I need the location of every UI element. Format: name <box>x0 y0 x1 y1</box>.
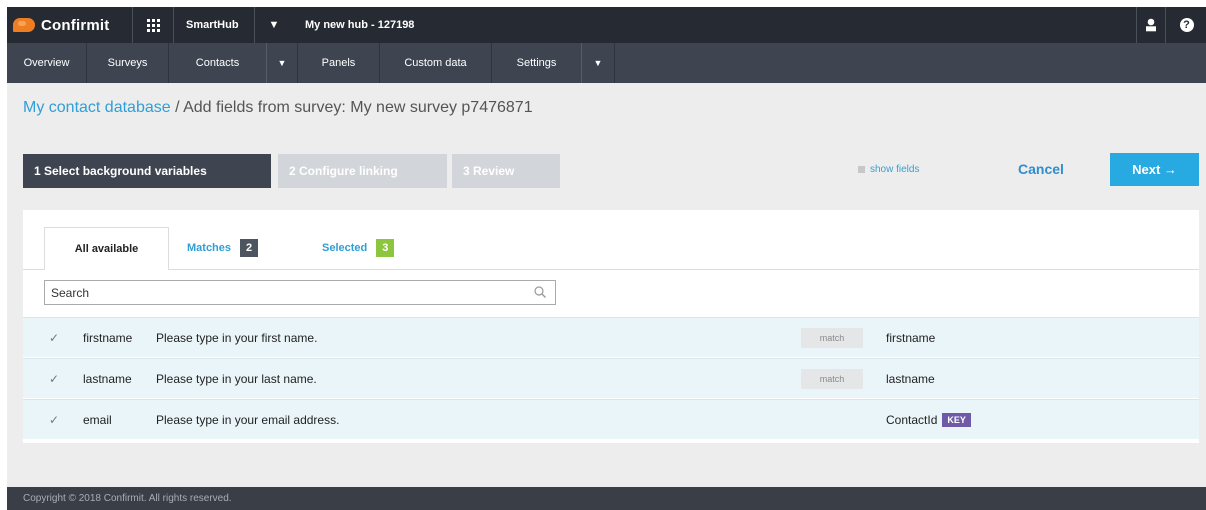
tab-selected[interactable]: Selected 3 <box>322 227 395 269</box>
contacts-dropdown-icon[interactable]: ▼ <box>267 43 298 83</box>
linked-field: firstname <box>886 331 935 345</box>
cancel-button[interactable]: Cancel <box>1018 161 1064 177</box>
matches-count-badge: 2 <box>240 239 259 257</box>
show-fields-checkbox[interactable] <box>858 166 865 173</box>
logo-text: Confirmit <box>41 16 110 34</box>
confirmit-logo[interactable]: Confirmit <box>13 7 133 43</box>
wizard-step-select-variables[interactable]: 1 Select background variables <box>23 154 271 188</box>
table-row[interactable]: ✓ lastname Please type in your last name… <box>23 358 1199 398</box>
variable-text: Please type in your last name. <box>156 371 317 386</box>
next-button[interactable]: Next → <box>1110 153 1199 186</box>
table-row[interactable]: ✓ email Please type in your email addres… <box>23 399 1199 439</box>
nav-contacts[interactable]: Contacts <box>169 43 267 83</box>
key-badge: KEY <box>942 412 971 427</box>
apps-button[interactable] <box>134 7 174 43</box>
tab-matches[interactable]: Matches 2 <box>187 227 259 269</box>
row-checkbox[interactable]: ✓ <box>47 331 61 345</box>
selected-count-badge: 3 <box>376 239 395 257</box>
breadcrumb-contact-database-link[interactable]: My contact database <box>23 99 171 116</box>
hub-selector[interactable]: SmartHub <box>175 7 255 43</box>
table-row[interactable]: ✓ firstname Please type in your first na… <box>23 317 1199 357</box>
breadcrumb-separator: / <box>170 99 184 116</box>
search-input[interactable] <box>45 281 515 304</box>
grid-icon <box>147 18 160 32</box>
linked-field: ContactId KEY <box>886 412 971 427</box>
nav-overview[interactable]: Overview <box>7 43 87 83</box>
variable-text: Please type in your first name. <box>156 330 318 345</box>
wizard-step-review: 3 Review <box>452 154 560 188</box>
top-bar: Confirmit SmartHub ▼ My new hub - 127198… <box>7 7 1206 43</box>
tab-selected-label: Selected <box>322 242 368 254</box>
breadcrumb: My contact database / Add fields from su… <box>23 99 533 117</box>
match-button[interactable]: match <box>801 368 863 389</box>
app-frame: Confirmit SmartHub ▼ My new hub - 127198… <box>7 7 1206 510</box>
footer: Copyright © 2018 Confirmit. All rights r… <box>7 487 1206 510</box>
user-button[interactable] <box>1136 7 1166 43</box>
breadcrumb-current: Add fields from survey: My new survey p7… <box>183 99 533 116</box>
nav-custom-data[interactable]: Custom data <box>380 43 492 83</box>
row-checkbox[interactable]: ✓ <box>47 372 61 386</box>
row-checkbox[interactable]: ✓ <box>47 413 61 427</box>
linked-field-name: lastname <box>886 371 935 386</box>
variable-name: firstname <box>83 330 133 345</box>
variable-name: email <box>83 412 112 427</box>
confirmit-logo-icon <box>13 18 35 32</box>
tab-all-available[interactable]: All available <box>44 227 169 270</box>
search-box <box>44 280 556 305</box>
help-button[interactable]: ? <box>1167 7 1206 43</box>
hub-title: My new hub - 127198 <box>305 19 415 31</box>
linked-field: lastname <box>886 372 935 386</box>
search-icon[interactable] <box>534 286 546 298</box>
main-nav: Overview Surveys Contacts ▼ Panels Custo… <box>7 43 1206 83</box>
user-icon <box>1146 18 1156 32</box>
tabs-divider <box>23 269 1199 270</box>
show-fields-toggle[interactable]: show fields <box>858 164 919 175</box>
match-button[interactable]: match <box>801 327 863 348</box>
variables-panel: All available Matches 2 Selected 3 ✓ fir… <box>23 210 1199 443</box>
hub-dropdown-icon[interactable]: ▼ <box>256 7 292 43</box>
wizard-step-configure-linking: 2 Configure linking <box>278 154 447 188</box>
help-icon: ? <box>1179 18 1194 32</box>
variable-text: Please type in your email address. <box>156 412 340 427</box>
settings-dropdown-icon[interactable]: ▼ <box>582 43 615 83</box>
nav-settings[interactable]: Settings <box>492 43 582 83</box>
linked-field-name: firstname <box>886 330 936 345</box>
variable-name: lastname <box>83 371 132 386</box>
linked-field-name: ContactId <box>886 412 938 427</box>
nav-panels[interactable]: Panels <box>298 43 380 83</box>
show-fields-label: show fields <box>870 164 920 175</box>
tab-matches-label: Matches <box>187 242 232 254</box>
nav-surveys[interactable]: Surveys <box>87 43 169 83</box>
